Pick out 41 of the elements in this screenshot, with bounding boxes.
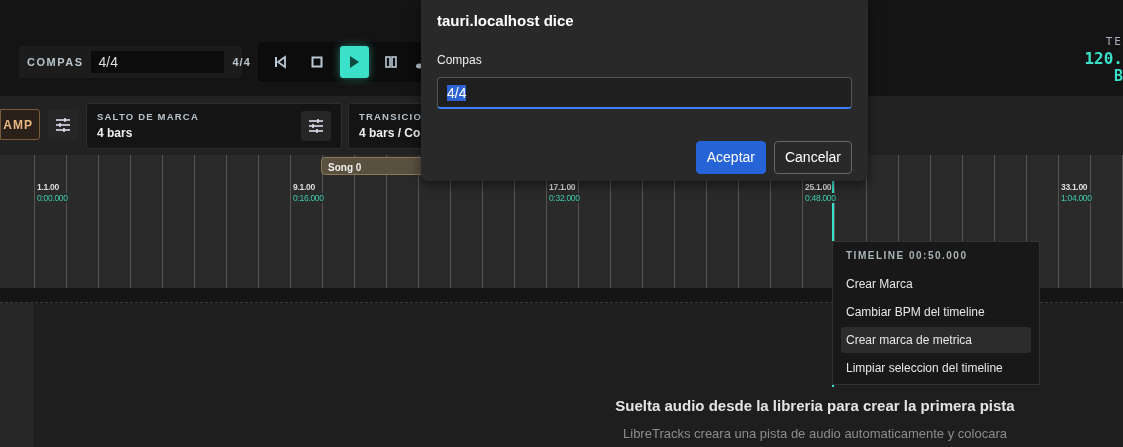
sliders-icon xyxy=(55,118,71,132)
tempo-value: 120. xyxy=(1084,51,1123,67)
settings-button[interactable] xyxy=(48,110,78,140)
transport-button[interactable] xyxy=(339,46,369,78)
skip-back-icon xyxy=(273,55,288,69)
accept-button[interactable]: Aceptar xyxy=(695,140,766,174)
panel-title: SALTO DE MARCA xyxy=(97,109,199,124)
field-label: Compas xyxy=(437,51,483,69)
bar-label: 33.1.00 xyxy=(1061,182,1088,193)
tempo-label: TE xyxy=(1104,36,1123,47)
time-signature-reading: 4/4 xyxy=(232,54,251,70)
time-signature-label: COMPAS xyxy=(27,54,84,70)
bar-label: 9.1.00 xyxy=(293,182,315,193)
bar-time: 1:04.000 xyxy=(1061,193,1092,204)
dialog-title: tauri.localhost dice xyxy=(437,11,575,31)
panel-value: 4 bars / Co xyxy=(359,125,422,143)
bar-label: 1.1.00 xyxy=(37,182,59,193)
amp-button[interactable]: AMP xyxy=(0,109,40,140)
tempo-unit: B xyxy=(1112,69,1123,84)
bar-time: 0:16.000 xyxy=(293,193,324,204)
bar-label: 25.1.00 xyxy=(805,182,832,193)
input-field[interactable]: 4/4 xyxy=(437,76,852,109)
empty-state-hint: LibreTracks creara una pista de audio automaticamente y colocara xyxy=(622,425,1008,442)
bar-time: 0:32.000 xyxy=(549,193,580,204)
menu-item[interactable]: Limpiar seleccion del timeline xyxy=(841,355,1031,381)
time-signature-input[interactable]: 4/4 xyxy=(91,51,225,73)
empty-state-title: Suelta audio desde la libreria para crear la primera pista xyxy=(614,396,1016,416)
bar-time: 0:48.000 xyxy=(805,193,836,204)
menu-item[interactable]: Crear Marca xyxy=(841,271,1031,297)
settings-button[interactable] xyxy=(301,111,331,141)
panel-value: 4 bars xyxy=(97,125,134,143)
menu-item[interactable]: Cambiar BPM del timeline xyxy=(841,299,1031,325)
bar-label: 17.1.00 xyxy=(549,182,576,193)
stop-icon xyxy=(310,55,325,69)
cancel-button[interactable]: Cancelar xyxy=(773,140,852,174)
menu-title: TIMELINE 00:50.000 xyxy=(845,249,969,263)
panel-title: TRANSICIO xyxy=(359,109,423,124)
menu-item[interactable]: Crear marca de metrica xyxy=(841,327,1031,353)
pause-icon xyxy=(384,55,399,69)
bar-time: 0:00.000 xyxy=(37,193,68,204)
sliders-icon xyxy=(308,119,324,133)
